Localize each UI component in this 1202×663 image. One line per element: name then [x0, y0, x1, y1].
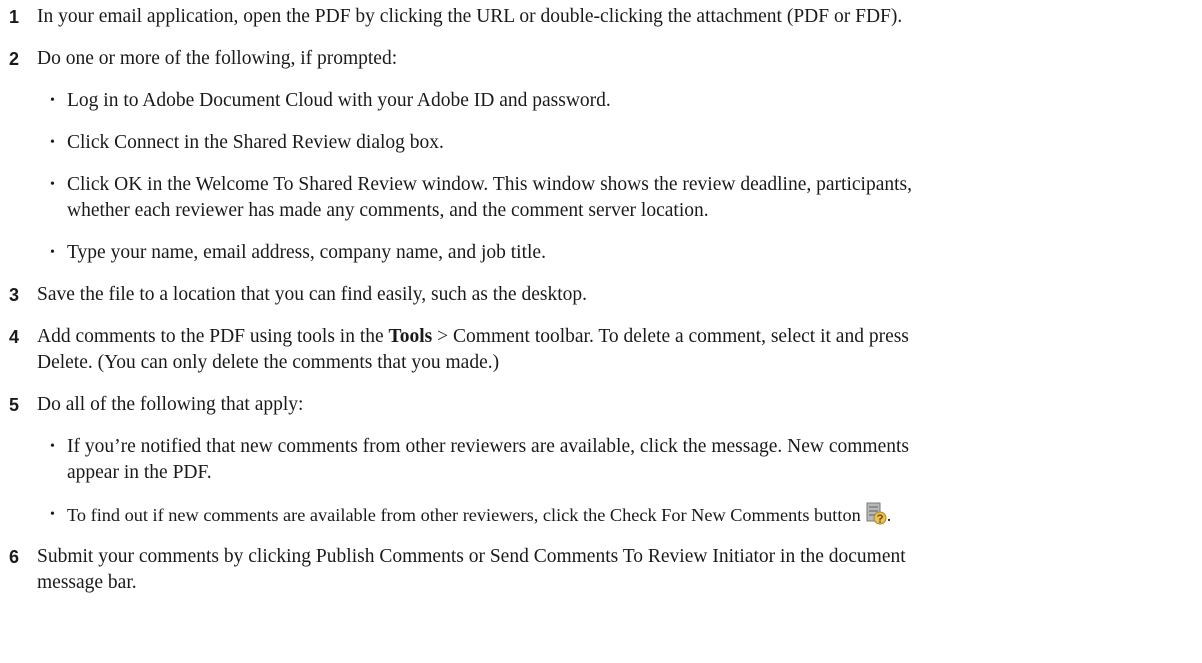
list-item-text: To find out if new comments are availabl…	[67, 502, 1195, 528]
step-number: 3	[9, 285, 20, 305]
bullet-marker: •	[50, 439, 55, 454]
bullet-marker: •	[50, 93, 55, 108]
step-text: In your email application, open the PDF …	[37, 6, 903, 27]
step-number: 6	[9, 547, 20, 567]
step-number: 5	[9, 395, 20, 415]
step-text-part: Add comments to the PDF using tools in t…	[37, 326, 389, 347]
check-for-new-comments-icon	[865, 502, 887, 526]
document-page: 1 In your email application, open the PD…	[0, 0, 1202, 663]
bullet-marker: •	[50, 245, 55, 260]
step-text: Add comments to the PDF using tools in t…	[37, 324, 1195, 350]
list-item-text: Type your name, email address, company n…	[67, 242, 546, 263]
list-item-text: Click Connect in the Shared Review dialo…	[67, 132, 444, 153]
bullet-marker: •	[50, 177, 55, 192]
list-item-text: Log in to Adobe Document Cloud with your…	[67, 90, 611, 111]
step-number: 1	[9, 7, 20, 27]
list-item-text-part: To find out if new comments are availabl…	[67, 505, 861, 525]
list-item-text: If you’re notified that new comments fro…	[67, 436, 909, 457]
list-item-text: Click OK in the Welcome To Shared Review…	[67, 174, 912, 195]
step-text: Save the file to a location that you can…	[37, 284, 587, 305]
step-number: 2	[9, 49, 20, 69]
step-number: 4	[9, 327, 20, 347]
step-text: Do one or more of the following, if prom…	[37, 48, 398, 69]
bullet-marker: •	[50, 135, 55, 150]
bullet-marker: •	[50, 507, 55, 522]
step-text: Delete. (You can only delete the comment…	[37, 352, 500, 373]
step-text-part: > Comment toolbar. To delete a comment, …	[432, 326, 909, 347]
step-text: message bar.	[37, 572, 137, 593]
list-item-text-part: .	[886, 505, 892, 525]
tools-menu-reference: Tools	[388, 326, 433, 347]
step-text: Submit your comments by clicking Publish…	[37, 546, 906, 567]
list-item-text: whether each reviewer has made any comme…	[67, 200, 709, 221]
step-text: Do all of the following that apply:	[37, 394, 304, 415]
list-item-text: appear in the PDF.	[67, 462, 212, 483]
